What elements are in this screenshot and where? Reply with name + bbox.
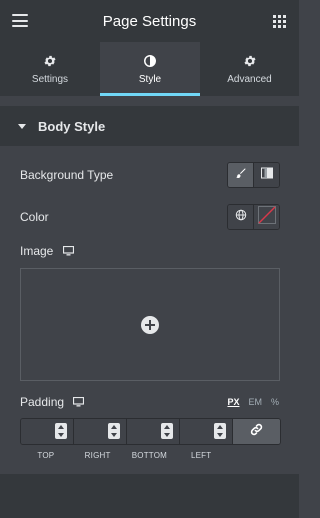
unit-switcher: PX EM %: [227, 397, 279, 407]
tab-bar: Settings Style Advanced: [0, 42, 299, 96]
section-toggle-body-style[interactable]: Body Style: [0, 106, 299, 146]
tab-style-label: Style: [138, 74, 162, 85]
gear-icon: [43, 53, 57, 69]
stepper-icon[interactable]: [55, 423, 67, 439]
gear-icon: [243, 53, 257, 69]
link-values-button[interactable]: [233, 419, 280, 444]
tab-settings-label: Settings: [31, 74, 69, 85]
link-icon: [250, 423, 263, 441]
padding-top-input[interactable]: [21, 419, 74, 444]
tab-settings[interactable]: Settings: [0, 42, 100, 96]
padding-bottom-input[interactable]: [127, 419, 180, 444]
section-title: Body Style: [38, 118, 106, 134]
color-label: Color: [20, 210, 49, 224]
caret-down-icon: [18, 123, 26, 129]
globe-icon: [235, 208, 247, 226]
half-circle-icon: [143, 53, 157, 69]
tab-advanced-label: Advanced: [227, 74, 272, 85]
gradient-icon: [260, 166, 273, 184]
background-classic-button[interactable]: [228, 163, 253, 187]
hamburger-icon[interactable]: [12, 14, 28, 27]
image-label-text: Image: [20, 244, 54, 258]
grid-icon[interactable]: [273, 15, 286, 28]
next-section-bar: [0, 474, 299, 518]
no-color-swatch: [257, 205, 276, 229]
panel-header: Page Settings: [0, 0, 299, 42]
padding-side-labels: TOP RIGHT BOTTOM LEFT: [20, 451, 227, 460]
padding-bottom-label: BOTTOM: [131, 451, 168, 460]
plus-circle-icon[interactable]: [141, 315, 159, 334]
stepper-icon[interactable]: [108, 423, 120, 439]
padding-right-label: RIGHT: [84, 451, 111, 460]
padding-left-label: LEFT: [190, 451, 212, 460]
padding-label: Padding: [20, 395, 85, 410]
padding-label-text: Padding: [20, 395, 65, 409]
background-gradient-button[interactable]: [253, 163, 279, 187]
tab-advanced[interactable]: Advanced: [200, 42, 299, 96]
stepper-icon[interactable]: [161, 423, 173, 439]
brush-icon: [235, 166, 247, 184]
unit-px[interactable]: PX: [227, 397, 239, 407]
padding-left-input[interactable]: [180, 419, 233, 444]
unit-em[interactable]: EM: [248, 397, 262, 407]
padding-dimensions: [20, 418, 281, 445]
background-type-control: [227, 162, 280, 188]
color-control: [227, 204, 280, 230]
tab-style[interactable]: Style: [100, 42, 200, 96]
color-swatch-button[interactable]: [253, 205, 279, 229]
padding-top-label: TOP: [37, 451, 55, 460]
desktop-icon[interactable]: [73, 396, 85, 410]
global-colors-button[interactable]: [228, 205, 253, 229]
stepper-icon[interactable]: [214, 423, 226, 439]
desktop-icon[interactable]: [62, 245, 74, 259]
image-upload-area[interactable]: [20, 268, 280, 381]
image-label: Image: [20, 244, 74, 259]
page-title: Page Settings: [102, 12, 197, 30]
background-type-label: Background Type: [20, 168, 114, 182]
padding-right-input[interactable]: [74, 419, 127, 444]
unit-percent[interactable]: %: [271, 397, 279, 407]
